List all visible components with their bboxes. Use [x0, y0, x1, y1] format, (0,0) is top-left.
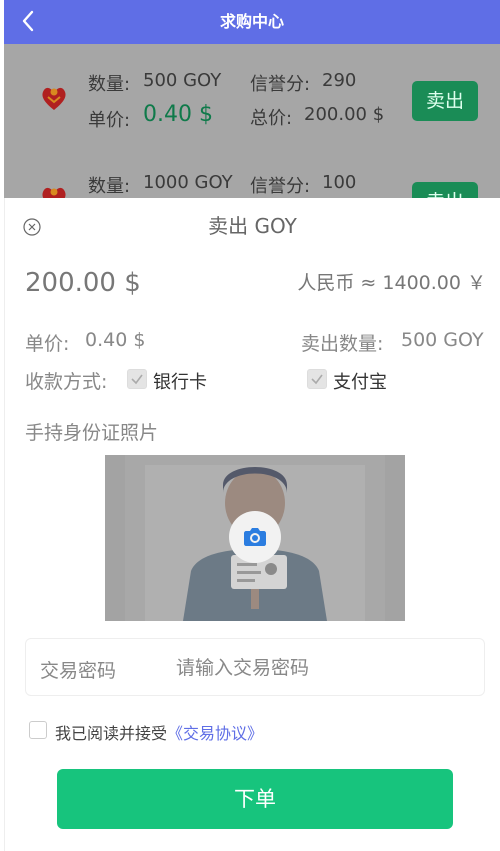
brand-logo-icon: [38, 84, 70, 112]
agreement-checkbox[interactable]: [29, 721, 47, 739]
rmb-equivalent: 人民币 ≈ 1400.00 ￥: [297, 272, 486, 294]
top-bar: 求购中心: [4, 0, 500, 44]
order-card: 数量: 500 GOY 信誉分: 290 单价: 0.40 $ 总价: 200.…: [4, 44, 500, 154]
reputation-value: 290: [322, 70, 357, 91]
unit-price-value: 0.40 $: [85, 329, 146, 351]
reputation-label: 信誉分:: [250, 176, 311, 197]
bank-card-label: 银行卡: [153, 372, 207, 393]
quantity-label: 数量:: [88, 176, 131, 197]
sheet-title: 卖出 GOY: [208, 214, 297, 238]
total-value: 200.00 $: [304, 104, 385, 125]
alipay-checkbox[interactable]: [307, 369, 327, 389]
sell-sheet: 卖出 GOY 200.00 $ 人民币 ≈ 1400.00 ￥ 单价: 0.40…: [4, 198, 500, 851]
id-photo-upload[interactable]: [105, 455, 405, 621]
agreement-link[interactable]: 《交易协议》: [167, 724, 263, 743]
submit-order-button[interactable]: 下单: [57, 769, 453, 829]
quantity-value: 1000 GOY: [143, 172, 233, 193]
password-input[interactable]: [176, 651, 466, 685]
quantity-value: 500 GOY: [143, 70, 222, 91]
sell-quantity-value: 500 GOY: [401, 329, 484, 351]
quantity-label: 数量:: [88, 74, 131, 95]
sell-button[interactable]: 卖出: [412, 81, 478, 121]
total-amount: 200.00 $: [25, 268, 141, 298]
sell-quantity-label: 卖出数量:: [301, 333, 384, 355]
total-label: 总价:: [250, 108, 293, 129]
password-field: 交易密码: [25, 638, 485, 696]
bank-card-checkbox[interactable]: [127, 369, 147, 389]
unit-price-label: 单价:: [25, 333, 70, 355]
password-label: 交易密码: [40, 660, 117, 682]
id-photo-label: 手持身份证照片: [25, 422, 159, 444]
order-card: 数量: 1000 GOY 信誉分: 100 卖出: [4, 144, 500, 204]
reputation-value: 100: [322, 172, 357, 193]
agreement-prefix: 我已阅读并接受: [55, 724, 168, 743]
order-list: 数量: 500 GOY 信誉分: 290 单价: 0.40 $ 总价: 200.…: [4, 44, 500, 204]
camera-icon: [244, 528, 266, 546]
camera-button[interactable]: [229, 511, 281, 563]
page-title: 求购中心: [219, 12, 284, 31]
payment-method-label: 收款方式:: [25, 371, 108, 393]
agreement-text: 我已阅读并接受《交易协议》: [55, 720, 263, 744]
unit-price-label: 单价:: [88, 110, 131, 131]
reputation-label: 信誉分:: [250, 74, 311, 95]
alipay-label: 支付宝: [333, 372, 387, 393]
unit-price-value: 0.40 $: [143, 102, 213, 127]
